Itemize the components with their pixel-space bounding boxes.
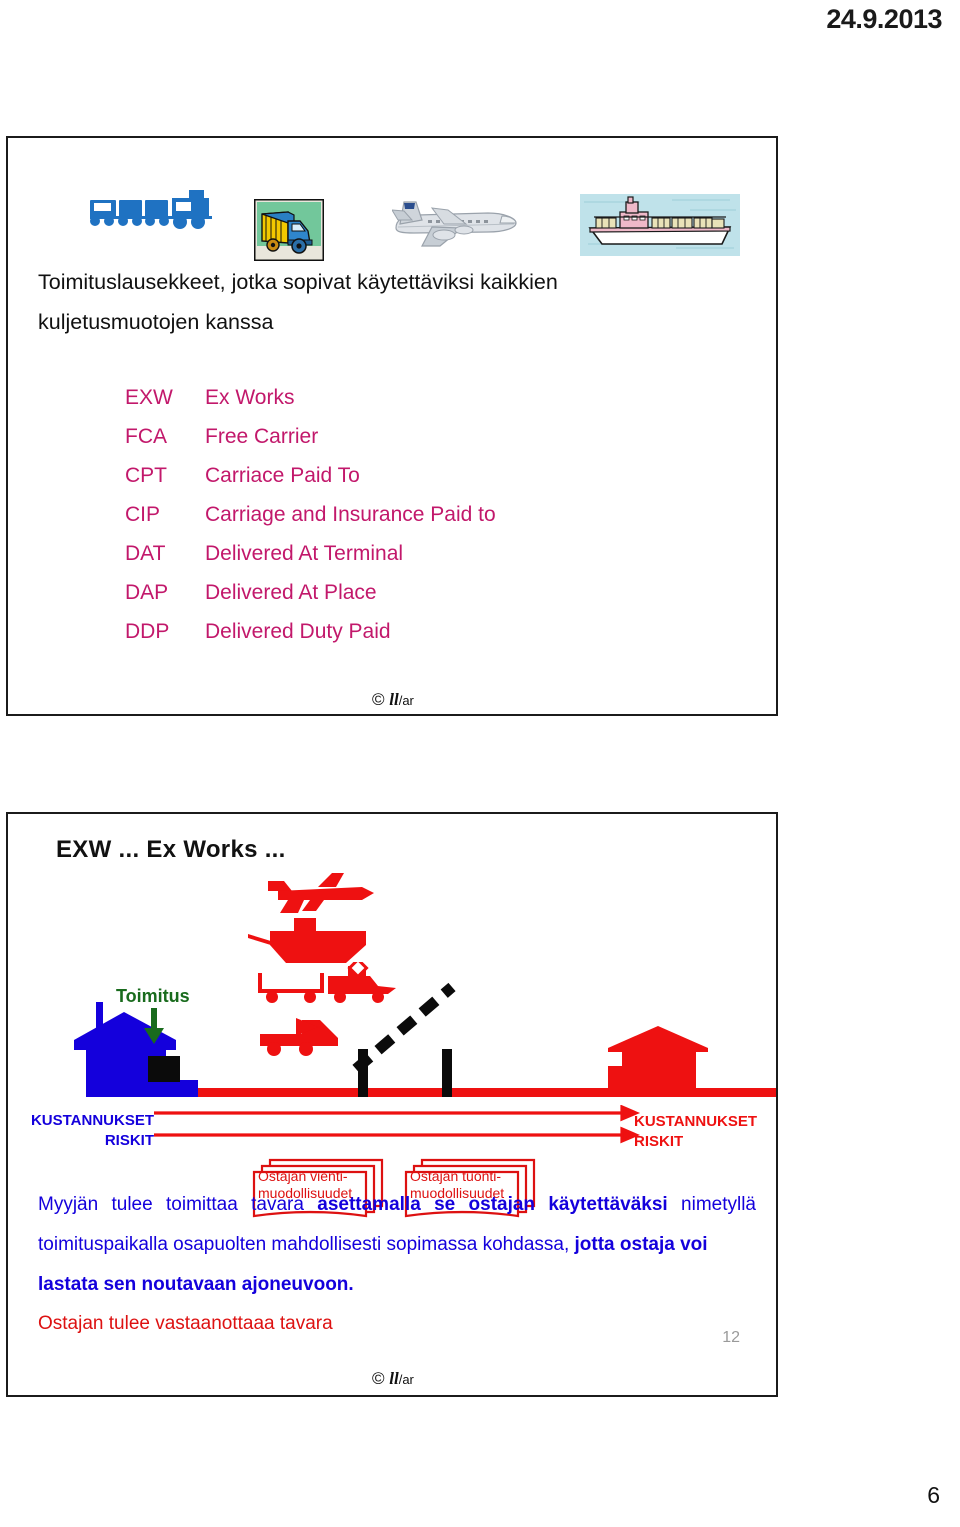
copyright-mark: © bbox=[372, 690, 385, 709]
incoterms-list: EXW Ex Works FCA Free Carrier CPT Carria… bbox=[125, 378, 496, 651]
incoterm-code: FCA bbox=[125, 425, 167, 448]
brand-suffix: /ar bbox=[398, 1372, 414, 1387]
incoterm-name: Carriage and Insurance Paid to bbox=[205, 503, 496, 526]
incoterm-row: CIP Carriage and Insurance Paid to bbox=[125, 495, 496, 534]
document-date: 24.9.2013 bbox=[826, 4, 942, 34]
truck-icon bbox=[254, 199, 324, 261]
body-segment-1: Myyjän tulee toimittaa tavara bbox=[38, 1194, 318, 1215]
cost-risk-arrows bbox=[154, 1105, 641, 1144]
incoterm-name: Delivered At Terminal bbox=[205, 542, 404, 565]
body-last-line: Ostajan tulee vastaanottaaa tavara bbox=[38, 1313, 333, 1334]
brand-suffix: /ar bbox=[398, 693, 414, 708]
doc-line-1: Ostajan vienti- bbox=[258, 1168, 348, 1184]
brand-mark: ll bbox=[389, 690, 399, 709]
red-airplane-icon bbox=[268, 873, 374, 913]
risk-label-right: RISKIT bbox=[634, 1133, 684, 1150]
incoterm-code: DAP bbox=[125, 581, 169, 604]
exw-delivery-diagram: Toimitus KUSTANNUKSET RISKIT KUSTANNUKSE… bbox=[8, 869, 776, 1218]
incoterm-name: Free Carrier bbox=[205, 425, 319, 448]
cost-risk-left-labels: KUSTANNUKSET RISKIT bbox=[8, 1111, 154, 1151]
incoterm-name: Delivered Duty Paid bbox=[205, 620, 391, 643]
slide-2-heading: EXW ... Ex Works ... bbox=[56, 836, 286, 863]
incoterm-name: Ex Works bbox=[205, 386, 295, 409]
slide-2: EXW ... Ex Works ... Toimitus KUSTANNUKS… bbox=[6, 812, 778, 1397]
incoterm-row: FCA Free Carrier bbox=[125, 417, 496, 456]
incoterm-row: DDP Delivered Duty Paid bbox=[125, 612, 496, 651]
slide-page-number: 12 bbox=[722, 1329, 740, 1346]
risk-label-left: RISKIT bbox=[104, 1132, 154, 1149]
red-ship-icon bbox=[248, 918, 366, 963]
train-icon bbox=[90, 190, 212, 229]
slide-1-title: Toimituslausekkeet, jotka sopivat käytet… bbox=[38, 262, 738, 342]
doc-line-1: Ostajan tuonti- bbox=[410, 1168, 502, 1184]
document-page: 24.9.2013 Toimituslausekkeet, jotka sopi… bbox=[0, 0, 960, 1527]
delivery-label: Toimitus bbox=[116, 986, 190, 1006]
body-segment-2-bold: asettamalla se ostajan käytettäväksi bbox=[317, 1194, 668, 1215]
cost-label-left: KUSTANNUKSET bbox=[30, 1112, 154, 1129]
slide-1-title-line-2: kuljetusmuotojen kanssa bbox=[38, 310, 274, 334]
incoterm-code: CIP bbox=[125, 503, 161, 526]
document-page-number: 6 bbox=[927, 1482, 940, 1508]
seller-factory-icon bbox=[74, 1002, 180, 1088]
incoterm-name: Carriace Paid To bbox=[205, 464, 360, 487]
buyer-building-icon bbox=[608, 1026, 708, 1090]
incoterm-code: EXW bbox=[125, 386, 173, 409]
body-segment-5-bold: lastata sen noutavaan ajoneuvoon. bbox=[38, 1274, 354, 1295]
airplane-icon bbox=[392, 201, 517, 247]
cost-label-right: KUSTANNUKSET bbox=[634, 1113, 758, 1130]
slide-1: Toimituslausekkeet, jotka sopivat käytet… bbox=[6, 136, 778, 716]
delivery-arrow-icon bbox=[144, 1008, 164, 1044]
cost-risk-right-labels: KUSTANNUKSET RISKIT bbox=[634, 1112, 757, 1152]
slide-2-body-text: Myyjän tulee toimittaa tavara asettamall… bbox=[38, 1185, 756, 1343]
incoterm-row: CPT Carriace Paid To bbox=[125, 456, 496, 495]
incoterm-name: Delivered At Place bbox=[205, 581, 377, 604]
incoterm-code: DAT bbox=[125, 542, 166, 565]
incoterm-code: DDP bbox=[125, 620, 170, 643]
border-barrier-icon bbox=[352, 982, 456, 1097]
slide-1-title-line-1: Toimituslausekkeet, jotka sopivat käytet… bbox=[38, 270, 558, 294]
ship-icon bbox=[580, 194, 740, 256]
red-rail-wagon-icon bbox=[258, 973, 324, 1003]
brand-mark: ll bbox=[389, 1369, 399, 1388]
body-segment-4-bold: jotta ostaja voi bbox=[574, 1234, 708, 1255]
incoterm-code: CPT bbox=[125, 464, 167, 487]
red-truck-icon bbox=[260, 1018, 338, 1056]
copyright-logo: © ll/ar bbox=[372, 1369, 414, 1389]
transport-mode-icon-strip bbox=[8, 162, 776, 261]
copyright-mark: © bbox=[372, 1369, 385, 1388]
incoterm-row: EXW Ex Works bbox=[125, 378, 496, 417]
incoterm-row: DAT Delivered At Terminal bbox=[125, 534, 496, 573]
incoterm-row: DAP Delivered At Place bbox=[125, 573, 496, 612]
copyright-logo: © ll/ar bbox=[372, 690, 414, 710]
